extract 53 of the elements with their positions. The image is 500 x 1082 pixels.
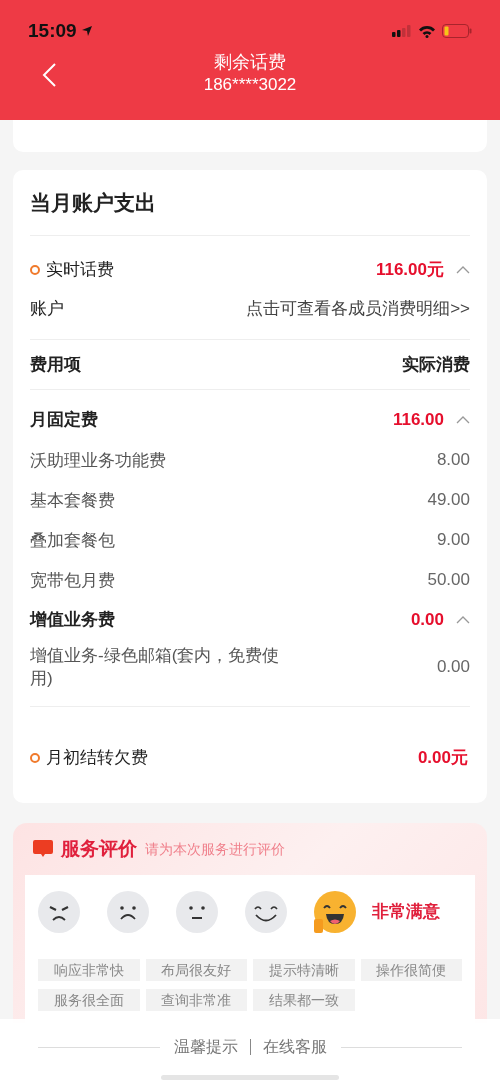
feedback-tag[interactable]: 提示特清晰 [253, 959, 355, 981]
chevron-up-icon[interactable] [456, 616, 470, 624]
fee-item: 基本套餐费 [30, 489, 116, 512]
group-total: 116.00 [392, 409, 444, 432]
ring-icon [30, 265, 40, 275]
feedback-tag[interactable]: 结果都一致 [253, 989, 355, 1011]
page-title: 剩余话费 [214, 51, 286, 74]
battery-icon [442, 24, 472, 38]
card-title: 当月账户支出 [30, 170, 470, 236]
fee-item: 叠加套餐包 [30, 529, 116, 552]
amount: 116.00元 [375, 259, 444, 282]
laugh-face-icon[interactable] [314, 891, 356, 933]
section-title: 服务评价 [61, 836, 137, 861]
chevron-up-icon[interactable] [456, 266, 470, 274]
fee-item: 沃助理业务功能费 [30, 449, 167, 472]
signal-icon [392, 25, 412, 37]
feedback-tag[interactable]: 操作很简便 [360, 959, 462, 981]
account-label: 账户 [30, 298, 64, 320]
smile-face-icon[interactable] [245, 891, 287, 933]
location-arrow-icon [80, 25, 93, 37]
fee-item: 宽带包月费 [30, 569, 116, 592]
feedback-tag[interactable]: 布局很友好 [145, 959, 247, 981]
column-header: 实际消费 [402, 353, 470, 376]
chevron-up-icon[interactable] [456, 416, 470, 424]
group-total: 0.00 [410, 609, 444, 632]
fee-value: 8.00 [436, 449, 470, 472]
status-time: 15:09 [28, 18, 77, 43]
phone-number: 186****3022 [203, 74, 297, 96]
group-label: 增值业务费 [30, 609, 115, 632]
angry-face-icon[interactable] [38, 891, 80, 933]
fee-value: 49.00 [427, 489, 470, 512]
ring-icon [30, 753, 40, 763]
fee-value: 0.00 [436, 656, 470, 679]
feedback-tag[interactable]: 查询非常准 [145, 989, 247, 1011]
footer-link[interactable]: 在线客服 [262, 1035, 327, 1059]
section-label: 实时话费 [46, 259, 114, 282]
sad-face-icon[interactable] [107, 891, 149, 933]
wifi-icon [418, 24, 436, 38]
rating-label: 非常满意 [372, 901, 440, 924]
amount: 0.00元 [417, 747, 468, 770]
fee-item: 增值业务-绿色邮箱(套内，免费使用) [30, 645, 281, 690]
column-header: 费用项 [30, 353, 81, 376]
fee-value: 9.00 [436, 529, 470, 552]
fee-value: 50.00 [427, 569, 470, 592]
feedback-tag[interactable]: 服务很全面 [38, 989, 140, 1011]
section-hint: 请为本次服务进行评价 [145, 839, 285, 859]
speech-bubble-icon [33, 840, 53, 858]
neutral-face-icon[interactable] [176, 891, 218, 933]
feedback-tag[interactable]: 响应非常快 [38, 959, 140, 981]
member-details-link[interactable]: 点击可查看各成员消费明细>> [246, 296, 470, 322]
section-label: 月初结转欠费 [46, 747, 148, 770]
footer-link[interactable]: 温馨提示 [173, 1035, 238, 1059]
group-label: 月固定费 [30, 409, 98, 432]
